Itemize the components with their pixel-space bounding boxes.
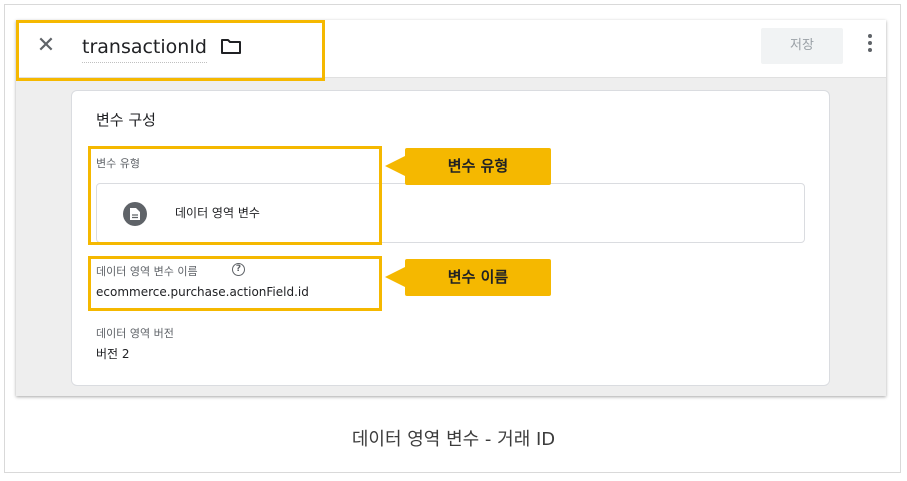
callout-variable-type: 변수 유형 <box>385 148 551 185</box>
more-vert-icon[interactable] <box>867 34 873 58</box>
card-title: 변수 구성 <box>96 111 156 129</box>
figure-caption: 데이터 영역 변수 - 거래 ID <box>351 429 556 450</box>
name-highlight-box <box>88 256 382 311</box>
save-button[interactable]: 저장 <box>761 28 843 64</box>
type-highlight-box <box>88 146 382 245</box>
datalayer-version-label: 데이터 영역 버전 <box>96 327 174 340</box>
callout-variable-name: 변수 이름 <box>385 259 551 296</box>
datalayer-version-value[interactable]: 버전 2 <box>96 345 130 362</box>
header-highlight-box <box>16 20 325 81</box>
